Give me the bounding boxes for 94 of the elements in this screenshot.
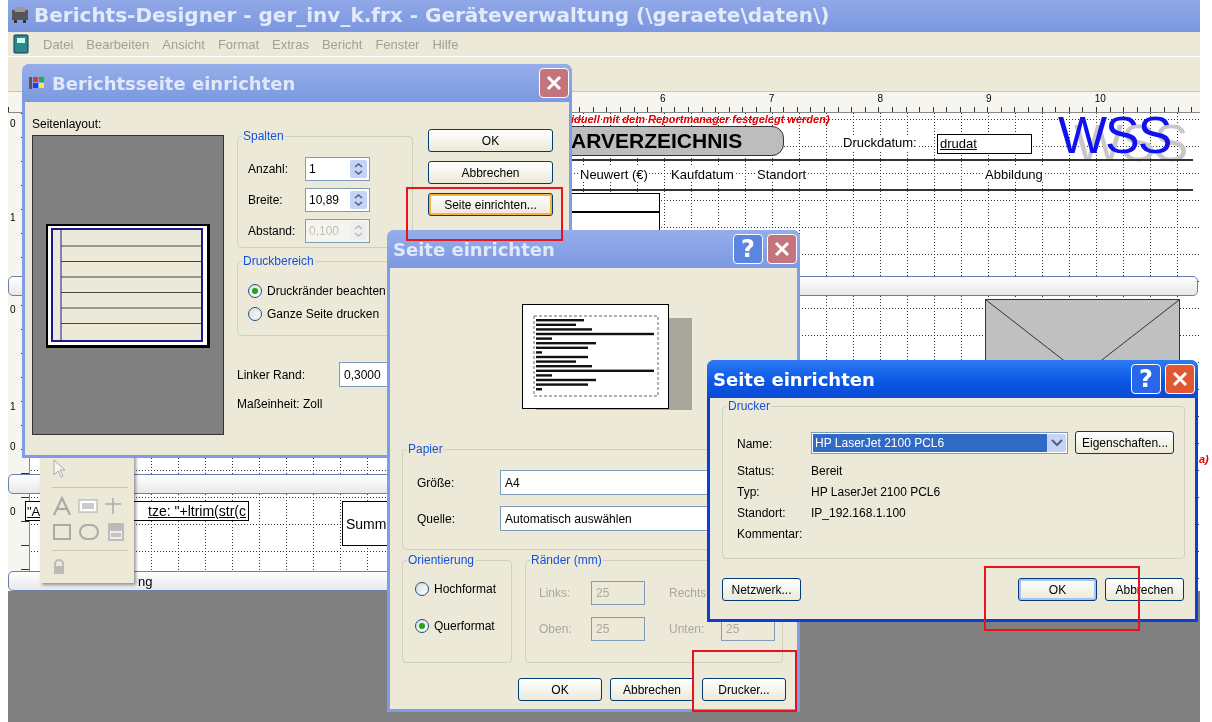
window-title: Seite einrichten <box>713 368 876 390</box>
ruler-number: 0 <box>10 118 16 129</box>
notice-text: a) <box>1199 453 1209 465</box>
unit-label: Maßeinheit: Zoll <box>237 397 324 411</box>
print-date-field: drudat <box>937 134 1032 154</box>
band-label: ng <box>138 574 153 589</box>
push-button[interactable]: Eigenschaften... <box>1075 431 1174 454</box>
field-label: Breite: <box>248 193 284 207</box>
close-icon <box>1171 370 1189 388</box>
rounded-rectangle-tool-icon <box>78 523 100 541</box>
field-label: Linker Rand: <box>237 367 307 382</box>
number-field[interactable]: 10,89 <box>305 188 370 212</box>
field-value: Bereit <box>811 464 844 478</box>
field-label: Links: <box>539 586 572 600</box>
notice-text: iduell mit dem Reportmanager festgelegt werden) <box>571 113 830 125</box>
ruler-number: 1 <box>10 401 16 412</box>
push-button[interactable]: Abbrechen <box>428 161 553 184</box>
ruler-number: 8 <box>877 93 883 104</box>
push-button[interactable]: OK <box>518 678 602 701</box>
field-label: Unten: <box>669 622 706 636</box>
dropdown-button[interactable] <box>1047 433 1066 452</box>
group-label: Drucker <box>727 399 771 413</box>
radio-label[interactable]: Ganze Seite drucken <box>267 306 380 321</box>
spin-icon <box>350 160 367 178</box>
book-icon <box>12 34 30 54</box>
push-button[interactable]: Seite einrichten... <box>428 193 553 216</box>
line-tool-icon <box>104 497 122 515</box>
printer-dropdown[interactable]: HP LaserJet 2100 PCL6 <box>811 431 1068 454</box>
radio-label[interactable]: Querformat <box>434 618 495 633</box>
window-title: Berichtsseite einrichten <box>52 72 297 94</box>
column-header: Kaufdatum <box>671 167 734 182</box>
field-label: Anzahl: <box>248 162 290 176</box>
ruler-number: 9 <box>986 93 992 104</box>
group-label: Orientierung <box>407 553 476 567</box>
spin-icon <box>350 191 367 209</box>
ruler-number: 10 <box>1094 93 1106 104</box>
close-button[interactable] <box>1165 364 1195 394</box>
column-header: Neuwert (€) <box>580 167 648 182</box>
summary-text: Summ <box>346 515 387 532</box>
radio-button[interactable] <box>248 306 262 321</box>
chevron-down-icon <box>1050 438 1063 447</box>
push-button[interactable]: Netzwerk... <box>722 578 801 601</box>
group-label: Druckbereich <box>242 254 315 268</box>
close-icon <box>773 240 791 258</box>
help-button[interactable]: ? <box>733 234 763 264</box>
window-title: Seite einrichten <box>393 238 556 260</box>
field-label: Standort: <box>737 506 787 520</box>
field-label: Seitenlayout: <box>32 117 103 131</box>
push-button[interactable]: Abbrechen <box>610 678 694 701</box>
expression-text: "A <box>26 503 41 519</box>
logo-text: WSS <box>1058 109 1171 161</box>
expression-text: tze: "+ltrim(str(c <box>148 503 246 519</box>
field-label: Abstand: <box>248 224 297 238</box>
close-icon <box>545 74 563 92</box>
radio-button[interactable] <box>415 618 429 633</box>
ruler-number: 1 <box>10 212 16 223</box>
object-tool-icon <box>106 522 126 542</box>
radio-label[interactable]: Druckränder beachten <box>267 283 386 298</box>
label-tool-icon <box>52 496 72 516</box>
radio-button[interactable] <box>248 283 262 298</box>
ruler-number: 0 <box>10 304 16 315</box>
pointer-icon <box>52 459 68 479</box>
help-button[interactable]: ? <box>1131 364 1161 394</box>
field-label: Größe: <box>417 475 456 490</box>
field-value: IP_192.168.1.100 <box>811 506 907 520</box>
group-label: Ränder (mm) <box>530 553 603 567</box>
print-date-label: Druckdatum: <box>843 135 917 150</box>
push-button[interactable]: OK <box>428 129 553 152</box>
ruler-number: 6 <box>660 93 666 104</box>
group-label: Papier <box>407 442 444 456</box>
selected-option: HP LaserJet 2100 PCL6 <box>813 433 1047 452</box>
push-button[interactable]: Drucker... <box>702 678 786 701</box>
ruler-number: 7 <box>768 93 775 104</box>
field-value: HP LaserJet 2100 PCL6 <box>811 485 942 499</box>
ruler-number: 0 <box>10 441 16 452</box>
field-label: Rechts <box>669 586 708 600</box>
column-header: Standort <box>757 167 807 182</box>
spin-icon <box>350 222 367 240</box>
field-label: Quelle: <box>417 511 457 526</box>
field-label: Name: <box>737 437 774 451</box>
number-field[interactable]: 1 <box>305 157 370 181</box>
group-label: Spalten <box>242 129 285 143</box>
window-title: Berichts-Designer - ger_inv_k.frx - Geräteverwaltung (\geraete\daten\) <box>34 2 830 27</box>
lock-icon <box>52 559 66 575</box>
ruler-number: 0 <box>10 506 16 517</box>
field-tool-icon <box>78 497 98 515</box>
field-label: Oben: <box>539 622 573 636</box>
rectangle-tool-icon <box>52 523 72 541</box>
push-button[interactable]: OK <box>1018 578 1097 601</box>
column-header: Abbildung <box>985 167 1043 182</box>
radio-label[interactable]: Hochformat <box>434 581 497 596</box>
radio-button[interactable] <box>415 581 429 596</box>
close-button[interactable] <box>767 234 797 264</box>
close-button[interactable] <box>539 68 569 98</box>
